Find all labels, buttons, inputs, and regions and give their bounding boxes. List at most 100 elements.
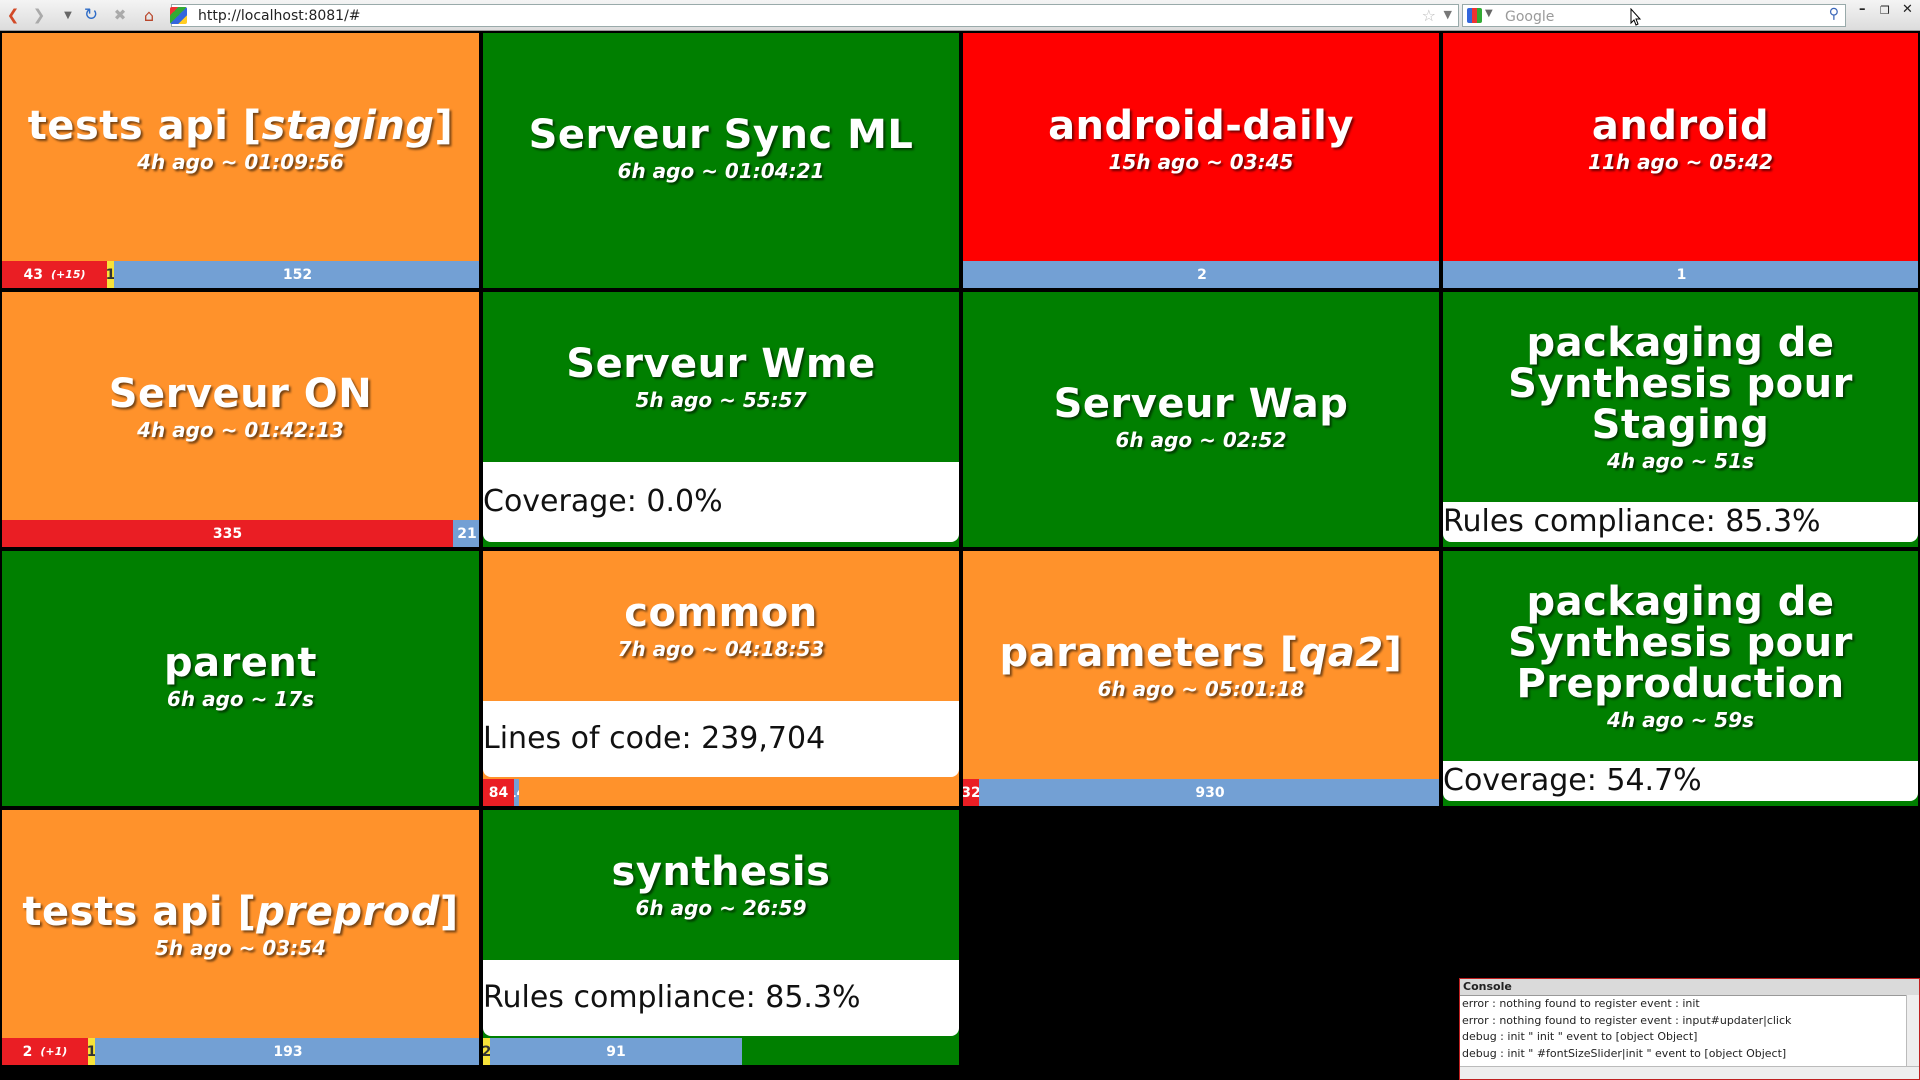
job-tile[interactable]: parent 6h ago ~ 17s xyxy=(0,549,481,808)
search-engine-icon[interactable] xyxy=(1467,8,1482,23)
job-name: tests api [preprod] xyxy=(22,888,459,935)
bookmark-star-icon[interactable]: ☆ xyxy=(1422,6,1436,25)
mouse-cursor xyxy=(1630,7,1642,26)
passed-tests-segment: 14 xyxy=(514,779,519,806)
job-header: Serveur Sync ML 6h ago ~ 01:04:21 xyxy=(483,33,959,263)
job-build-time: 6h ago ~ 05:01:18 xyxy=(1097,676,1305,701)
passed-tests-segment: 2 xyxy=(963,261,1439,288)
history-dropdown-icon[interactable]: ▼ xyxy=(57,4,79,26)
passed-tests-segment: 1 xyxy=(1443,261,1918,288)
url-text[interactable]: http://localhost:8081/# xyxy=(198,8,361,24)
failed-tests-segment: 32 xyxy=(963,779,979,806)
console-horizontal-scrollbar[interactable] xyxy=(1460,1066,1919,1079)
test-results-bar: 2 xyxy=(963,261,1439,288)
job-build-time: 4h ago ~ 59s xyxy=(1606,707,1755,732)
job-name: synthesis xyxy=(611,848,831,895)
job-build-time: 5h ago ~ 55:57 xyxy=(635,387,807,412)
browser-toolbar: ❮ ❯ ▼ ↻ ✖ ⌂ http://localhost:8081/# ☆ ▼ … xyxy=(0,0,1920,31)
job-tile[interactable]: parameters [qa2]6h ago ~ 05:01:1832930 xyxy=(961,549,1441,808)
job-build-time: 5h ago ~ 03:54 xyxy=(154,935,326,960)
job-tile[interactable]: Serveur ON 4h ago ~ 01:42:13 335 21 xyxy=(0,290,481,549)
test-results-bar: 8414 xyxy=(483,779,519,806)
job-name: Serveur ON xyxy=(108,370,373,417)
job-name: android xyxy=(1591,102,1770,149)
passed-tests-segment: 91 xyxy=(490,1038,742,1065)
job-tile[interactable]: tests api [staging] 4h ago ~ 01:09:56 43 (+… xyxy=(0,31,481,290)
test-results-bar: 32930 xyxy=(963,779,1439,806)
job-name: Serveur Wap xyxy=(1053,380,1349,427)
job-build-time: 11h ago ~ 05:42 xyxy=(1588,149,1773,174)
search-icon[interactable]: ⚲ xyxy=(1829,6,1839,22)
close-icon[interactable]: ✕ xyxy=(1902,2,1913,17)
forward-icon[interactable]: ❯ xyxy=(28,4,50,26)
job-metric: Lines of code: 239,704 xyxy=(483,701,959,777)
job-header: tests api [preprod] 5h ago ~ 03:54 xyxy=(2,810,479,1040)
test-results-bar: 335 21 xyxy=(2,520,479,547)
back-icon[interactable]: ❮ xyxy=(2,4,24,26)
test-results-bar: 291 xyxy=(483,1038,742,1065)
job-header: Serveur ON 4h ago ~ 01:42:13 xyxy=(2,292,479,522)
console-line: debug : init " #fontSizeSlider|init " ev… xyxy=(1462,1046,1787,1060)
job-tile[interactable]: android-daily 15h ago ~ 03:45 2 xyxy=(961,31,1441,290)
job-tile[interactable]: common 7h ago ~ 04:18:53 Lines of code: 23… xyxy=(481,549,961,808)
job-metric: Coverage: 0.0% xyxy=(483,462,959,542)
console-line: error : nothing found to register event … xyxy=(1462,1013,1792,1027)
passed-tests-segment: 21 xyxy=(453,520,479,547)
chevron-down-icon[interactable]: ▼ xyxy=(1485,8,1493,19)
job-header: packaging de Synthesis pour Staging 4h ag… xyxy=(1443,292,1918,502)
job-build-time: 4h ago ~ 51s xyxy=(1606,448,1755,473)
job-header: packaging de Synthesis pour Preproductio… xyxy=(1443,551,1918,761)
build-dashboard: tests api [staging] 4h ago ~ 01:09:56 43 (+… xyxy=(0,31,1920,1080)
job-tile[interactable]: android 11h ago ~ 05:42 1 xyxy=(1441,31,1920,290)
reload-icon[interactable]: ↻ xyxy=(80,4,102,26)
failed-tests-segment: 43 (+15) xyxy=(2,261,107,288)
job-build-time: 6h ago ~ 17s xyxy=(166,686,315,711)
job-tile[interactable]: Serveur Wme 5h ago ~ 55:57 Coverage: 0.0% xyxy=(481,290,961,549)
debug-console: Console error : nothing found to registe… xyxy=(1459,978,1920,1080)
skipped-tests-segment: 1 xyxy=(107,261,114,288)
test-results-bar: 1 xyxy=(1443,261,1918,288)
stop-icon[interactable]: ✖ xyxy=(109,4,131,26)
passed-tests-segment: 193 xyxy=(95,1038,479,1065)
test-results-bar: 2(+1)1193 xyxy=(2,1038,479,1065)
job-name: parent xyxy=(163,639,318,686)
job-header: android 11h ago ~ 05:42 xyxy=(1443,33,1918,245)
job-environment: qa2 xyxy=(1298,629,1384,676)
search-box[interactable]: ▼ ⚲ xyxy=(1462,4,1846,27)
job-header: parameters [qa2] 6h ago ~ 05:01:18 xyxy=(963,551,1439,781)
url-dropdown-icon[interactable]: ▼ xyxy=(1444,8,1452,21)
job-name: common xyxy=(624,589,818,636)
failed-delta: (+15) xyxy=(50,268,86,281)
console-vertical-scrollbar[interactable] xyxy=(1906,995,1919,1067)
restore-icon[interactable]: ❐ xyxy=(1880,4,1890,17)
job-tile[interactable]: synthesis 6h ago ~ 26:59 Rules compliance:… xyxy=(481,808,961,1067)
job-header: common 7h ago ~ 04:18:53 xyxy=(483,551,959,701)
minimize-icon[interactable]: – xyxy=(1859,2,1866,17)
job-build-time: 6h ago ~ 01:04:21 xyxy=(617,158,825,183)
passed-tests-segment: 930 xyxy=(979,779,1439,806)
job-build-time: 4h ago ~ 01:42:13 xyxy=(137,417,344,442)
job-header: tests api [staging] 4h ago ~ 01:09:56 xyxy=(2,33,479,245)
job-header: synthesis 6h ago ~ 26:59 xyxy=(483,810,959,960)
job-build-time: 6h ago ~ 02:52 xyxy=(1115,427,1287,452)
failed-tests-segment: 335 xyxy=(2,520,453,547)
job-name: tests api [staging] xyxy=(27,102,454,149)
console-line: error : nothing found to register event … xyxy=(1462,997,1700,1010)
job-name: packaging de Synthesis pour Preproductio… xyxy=(1508,578,1853,707)
job-metric: Rules compliance: 85.3% xyxy=(483,960,959,1036)
skipped-tests-segment: 1 xyxy=(88,1038,95,1065)
job-name: android-daily xyxy=(1048,102,1354,149)
search-input[interactable] xyxy=(1503,7,1807,27)
skipped-tests-segment: 2 xyxy=(483,1038,490,1065)
job-tile[interactable]: packaging de Synthesis pour Staging 4h ag… xyxy=(1441,290,1920,549)
job-tile[interactable]: Serveur Sync ML 6h ago ~ 01:04:21 xyxy=(481,31,961,290)
home-icon[interactable]: ⌂ xyxy=(138,4,160,26)
job-build-time: 4h ago ~ 01:09:56 xyxy=(137,149,344,174)
job-header: Serveur Wme 5h ago ~ 55:57 xyxy=(483,292,959,462)
job-tile[interactable]: Serveur Wap 6h ago ~ 02:52 xyxy=(961,290,1441,549)
console-line: debug : init " init " event to [object O… xyxy=(1462,1030,1698,1043)
job-tile[interactable]: packaging de Synthesis pour Preproductio… xyxy=(1441,549,1920,808)
address-bar[interactable]: http://localhost:8081/# ☆ ▼ xyxy=(170,4,1459,27)
job-tile[interactable]: tests api [preprod]5h ago ~ 03:542(+1)11… xyxy=(0,808,481,1067)
job-environment: preprod xyxy=(256,888,440,935)
